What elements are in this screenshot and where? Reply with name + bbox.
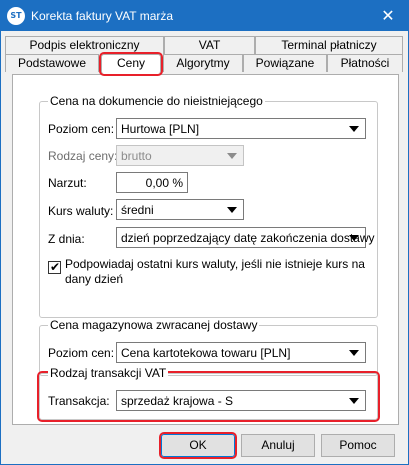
exchange-rate-value: średni bbox=[121, 203, 154, 217]
transaction-label: Transakcja: bbox=[48, 394, 110, 408]
tab-algorytmy[interactable]: Algorytmy bbox=[163, 54, 243, 72]
group-title-price-on-document: Cena na dokumencie do nieistniejącego bbox=[48, 94, 265, 108]
window-title: Korekta faktury VAT marża bbox=[31, 9, 174, 23]
exchange-rate-label: Kurs waluty: bbox=[48, 204, 114, 218]
ok-button[interactable]: OK bbox=[159, 432, 237, 459]
chevron-down-icon bbox=[349, 235, 359, 241]
from-day-value: dzień poprzedzający datę zakończenia dos… bbox=[121, 231, 375, 245]
transaction-value: sprzedaż krajowa - S bbox=[121, 394, 234, 408]
warehouse-price-level-select[interactable]: Cena kartotekowa towaru [PLN] bbox=[116, 342, 366, 363]
exchange-rate-select[interactable]: średni bbox=[116, 199, 244, 220]
markup-input[interactable]: 0,00 % bbox=[116, 172, 188, 193]
from-day-select[interactable]: dzień poprzedzający datę zakończenia dos… bbox=[116, 227, 375, 248]
help-button[interactable]: Pomoc bbox=[321, 434, 395, 457]
checkmark-icon: ✔ bbox=[50, 260, 61, 274]
tab-terminal-platniczy[interactable]: Terminal płatniczy bbox=[255, 36, 403, 54]
price-level-value: Hurtowa [PLN] bbox=[121, 122, 200, 136]
suggest-rate-label-line2: dany dzień bbox=[65, 272, 124, 286]
chevron-down-icon bbox=[349, 398, 359, 404]
tab-panel-ceny: Cena na dokumencie do nieistniejącego Po… bbox=[12, 74, 399, 425]
suggest-rate-label-line1: Podpowiadaj ostatni kurs waluty, jeśli n… bbox=[65, 257, 365, 271]
cancel-button[interactable]: Anuluj bbox=[241, 434, 315, 457]
tab-vat[interactable]: VAT bbox=[164, 36, 255, 54]
group-price-on-document: Cena na dokumencie do nieistniejącego Po… bbox=[39, 94, 378, 318]
chevron-down-icon bbox=[227, 207, 237, 213]
tab-powiazane[interactable]: Powiązane bbox=[243, 54, 327, 72]
close-icon[interactable]: ✕ bbox=[368, 1, 408, 31]
markup-value: 0,00 % bbox=[145, 176, 183, 190]
suggest-rate-checkbox[interactable]: ✔ bbox=[48, 260, 61, 274]
price-type-value: brutto bbox=[121, 149, 152, 163]
price-type-label: Rodzaj ceny: bbox=[48, 149, 118, 163]
dialog-window: ST Korekta faktury VAT marża ✕ Podpis el… bbox=[0, 0, 409, 465]
price-type-select: brutto bbox=[116, 145, 244, 166]
warehouse-price-level-value: Cena kartotekowa towaru [PLN] bbox=[121, 346, 291, 360]
title-bar: ST Korekta faktury VAT marża ✕ bbox=[1, 1, 408, 31]
app-icon: ST bbox=[7, 7, 25, 25]
price-level-select[interactable]: Hurtowa [PLN] bbox=[116, 118, 366, 139]
price-level-label: Poziom cen: bbox=[48, 122, 115, 136]
group-title-vat-transaction: Rodzaj transakcji VAT bbox=[48, 366, 169, 380]
warehouse-price-level-label: Poziom cen: bbox=[48, 346, 115, 360]
chevron-down-icon bbox=[349, 350, 359, 356]
markup-label: Narzut: bbox=[48, 176, 87, 190]
transaction-select[interactable]: sprzedaż krajowa - S bbox=[116, 390, 366, 411]
chevron-down-icon bbox=[227, 153, 237, 159]
tab-podpis-elektroniczny[interactable]: Podpis elektroniczny bbox=[5, 36, 164, 54]
tab-podstawowe[interactable]: Podstawowe bbox=[5, 54, 99, 72]
chevron-down-icon bbox=[349, 126, 359, 132]
group-title-warehouse-price: Cena magazynowa zwracanej dostawy bbox=[48, 318, 260, 332]
group-vat-transaction: Rodzaj transakcji VAT Transakcja: sprzed… bbox=[37, 366, 380, 422]
from-day-label: Z dnia: bbox=[48, 232, 85, 246]
tab-platnosci[interactable]: Płatności bbox=[327, 54, 403, 72]
tab-ceny[interactable]: Ceny bbox=[99, 52, 163, 76]
